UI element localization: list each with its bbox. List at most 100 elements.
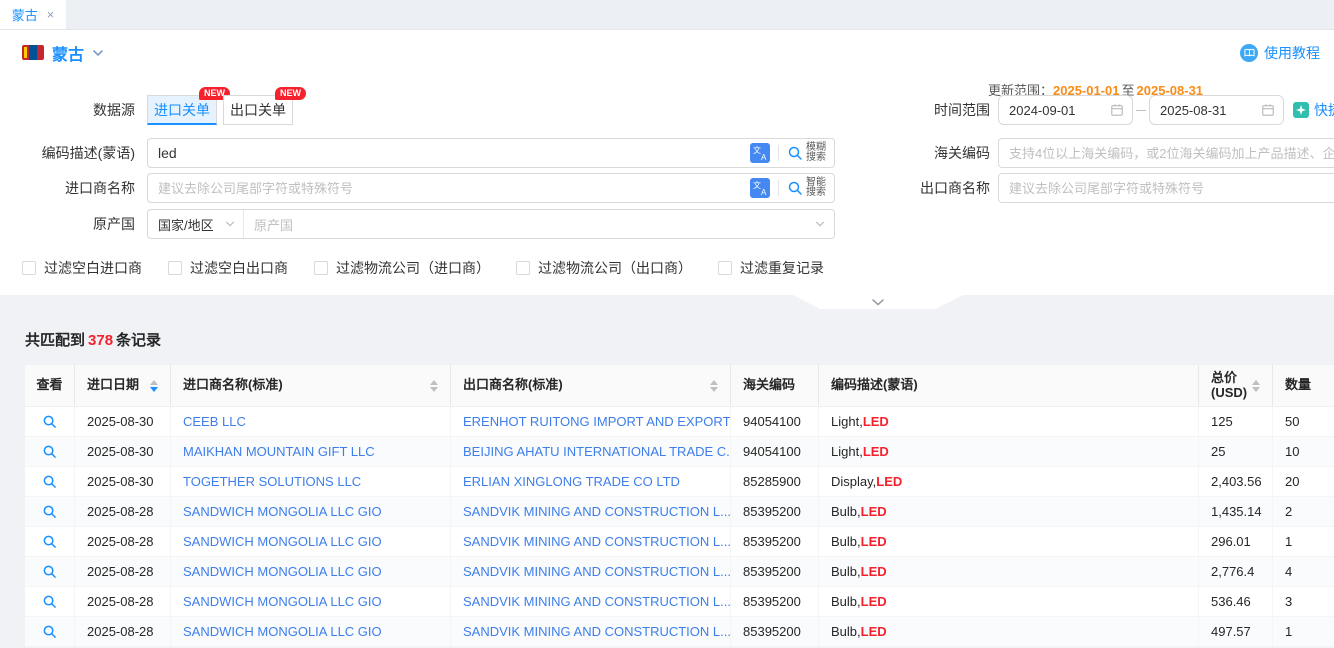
filter-checkbox[interactable]: 过滤重复记录 <box>718 258 824 278</box>
exporter-link[interactable]: SANDVIK MINING AND CONSTRUCTION L... <box>451 527 731 556</box>
total-price-cell: 125 <box>1199 407 1273 436</box>
table-row: 2025-08-28 SANDWICH MONGOLIA LLC GIO SAN… <box>25 557 1334 587</box>
tab-export-label: 出口关单 <box>230 100 286 120</box>
quantity-cell: 3 <box>1273 587 1334 616</box>
checkbox-unchecked[interactable] <box>314 261 328 275</box>
description-text: Bulb, <box>831 534 861 549</box>
description-text: Bulb, <box>831 594 861 609</box>
sort-icon[interactable] <box>150 380 158 392</box>
magnifier-icon <box>42 564 57 579</box>
table-header-cell[interactable]: 查看 <box>25 365 75 406</box>
tab-export-declarations[interactable]: 出口关单 NEW <box>223 95 293 125</box>
quantity-cell: 10 <box>1273 437 1334 466</box>
exporter-link[interactable]: SANDVIK MINING AND CONSTRUCTION L... <box>451 617 731 646</box>
fuzzy-search-button[interactable]: 模糊搜索 <box>787 143 826 163</box>
start-date-input[interactable]: 2024-09-01 <box>998 95 1133 125</box>
table-header-cell[interactable]: 出口商名称(标准) <box>451 365 731 406</box>
calendar-icon <box>1261 103 1275 117</box>
filter-checkbox[interactable]: 过滤物流公司（进口商） <box>314 258 490 278</box>
sort-icon[interactable] <box>710 380 718 392</box>
table-header-cell[interactable]: 海关编码 <box>731 365 819 406</box>
tab-import-declarations[interactable]: 进口关单 NEW <box>147 95 217 125</box>
results-prefix: 共匹配到 <box>25 332 85 349</box>
exporter-link[interactable]: ERENHOT RUITONG IMPORT AND EXPORT ... <box>451 407 731 436</box>
exporter-link[interactable]: SANDVIK MINING AND CONSTRUCTION L... <box>451 497 731 526</box>
importer-link[interactable]: SANDWICH MONGOLIA LLC GIO <box>171 557 451 586</box>
filter-checkbox[interactable]: 过滤空白出口商 <box>168 258 288 278</box>
tab-mongolia[interactable]: 蒙古 × <box>0 0 66 29</box>
table-header-cell[interactable]: 进口日期 <box>75 365 171 406</box>
importer-link[interactable]: TOGETHER SOLUTIONS LLC <box>171 467 451 496</box>
exporter-link[interactable]: ERLIAN XINGLONG TRADE CO LTD <box>451 467 731 496</box>
view-record-button[interactable] <box>42 624 57 639</box>
chevron-down-icon <box>815 219 825 229</box>
code-desc-input[interactable] <box>148 140 750 166</box>
view-record-button[interactable] <box>42 444 57 459</box>
svg-text:A: A <box>761 153 767 162</box>
importer-link[interactable]: MAIKHAN MOUNTAIN GIFT LLC <box>171 437 451 466</box>
checkbox-unchecked[interactable] <box>168 261 182 275</box>
description-cell: Bulb, LED <box>819 557 1199 586</box>
total-price-cell: 497.57 <box>1199 617 1273 646</box>
description-text: Bulb, <box>831 564 861 579</box>
table-header-row: 查看 进口日期 进口商名称(标准) 出口商名称(标准) 海关编码 <box>25 365 1334 407</box>
results-count: 共匹配到378条记录 <box>25 329 1334 350</box>
sort-icon[interactable] <box>430 380 438 392</box>
total-price-cell: 536.46 <box>1199 587 1273 616</box>
tab-bar: 蒙古 × <box>0 0 1334 30</box>
table-row: 2025-08-28 SANDWICH MONGOLIA LLC GIO SAN… <box>25 497 1334 527</box>
import-date-cell: 2025-08-30 <box>75 437 171 466</box>
view-record-button[interactable] <box>42 564 57 579</box>
region-select[interactable]: 国家/地区 <box>148 210 244 238</box>
table-header-cell[interactable]: 总价 (USD) <box>1199 365 1273 406</box>
code-desc-label: 编码描述(蒙语) <box>0 138 135 168</box>
translate-icon[interactable]: 文 A <box>750 143 770 163</box>
table-header-cell[interactable]: 数量 <box>1273 365 1334 406</box>
checkbox-unchecked[interactable] <box>516 261 530 275</box>
view-record-button[interactable] <box>42 414 57 429</box>
quick-select-button[interactable]: 快捷 <box>1293 100 1334 120</box>
hs-code-input[interactable] <box>998 138 1334 168</box>
column-label: 查看 <box>36 378 62 393</box>
tutorial-link[interactable]: 使用教程 <box>1240 43 1320 63</box>
checkbox-unchecked[interactable] <box>22 261 36 275</box>
table-header-cell[interactable]: 编码描述(蒙语) <box>819 365 1199 406</box>
importer-link[interactable]: SANDWICH MONGOLIA LLC GIO <box>171 497 451 526</box>
importer-link[interactable]: SANDWICH MONGOLIA LLC GIO <box>171 587 451 616</box>
view-record-button[interactable] <box>42 504 57 519</box>
time-range-label: 时间范围 <box>905 95 990 125</box>
view-record-button[interactable] <box>42 534 57 549</box>
filter-checkbox[interactable]: 过滤物流公司（出口商） <box>516 258 692 278</box>
magnifier-icon <box>42 414 57 429</box>
exporter-link[interactable]: BEIJING AHATU INTERNATIONAL TRADE C... <box>451 437 731 466</box>
view-record-button[interactable] <box>42 474 57 489</box>
results-number: 378 <box>85 332 116 349</box>
importer-name-input[interactable] <box>148 175 750 201</box>
importer-link[interactable]: CEEB LLC <box>171 407 451 436</box>
importer-link[interactable]: SANDWICH MONGOLIA LLC GIO <box>171 527 451 556</box>
smart-search-button[interactable]: 智能搜索 <box>787 178 826 198</box>
start-date-value: 2024-09-01 <box>1009 103 1110 118</box>
origin-country-placeholder[interactable]: 原产国 <box>244 215 815 234</box>
checkbox-unchecked[interactable] <box>718 261 732 275</box>
import-date-cell: 2025-08-28 <box>75 617 171 646</box>
checkbox-label: 过滤重复记录 <box>740 258 824 278</box>
translate-icon[interactable]: 文 A <box>750 178 770 198</box>
importer-link[interactable]: SANDWICH MONGOLIA LLC GIO <box>171 617 451 646</box>
filter-checkbox[interactable]: 过滤空白进口商 <box>22 258 142 278</box>
description-cell: Bulb, LED <box>819 497 1199 526</box>
exporter-link[interactable]: SANDVIK MINING AND CONSTRUCTION L... <box>451 587 731 616</box>
close-icon[interactable]: × <box>47 8 55 21</box>
highlighted-keyword: LED <box>876 474 902 489</box>
sort-icon[interactable] <box>1252 380 1260 392</box>
country-selector[interactable]: 蒙古 <box>22 41 104 65</box>
table-header-cell[interactable]: 进口商名称(标准) <box>171 365 451 406</box>
view-record-button[interactable] <box>42 594 57 609</box>
exporter-link[interactable]: SANDVIK MINING AND CONSTRUCTION L... <box>451 557 731 586</box>
import-date-cell: 2025-08-28 <box>75 497 171 526</box>
importer-name-field: 文 A 智能搜索 <box>147 173 835 203</box>
collapse-panel-handle[interactable] <box>793 295 963 309</box>
end-date-input[interactable]: 2025-08-31 <box>1149 95 1284 125</box>
exporter-name-input[interactable] <box>998 173 1334 203</box>
magnifier-icon <box>42 534 57 549</box>
